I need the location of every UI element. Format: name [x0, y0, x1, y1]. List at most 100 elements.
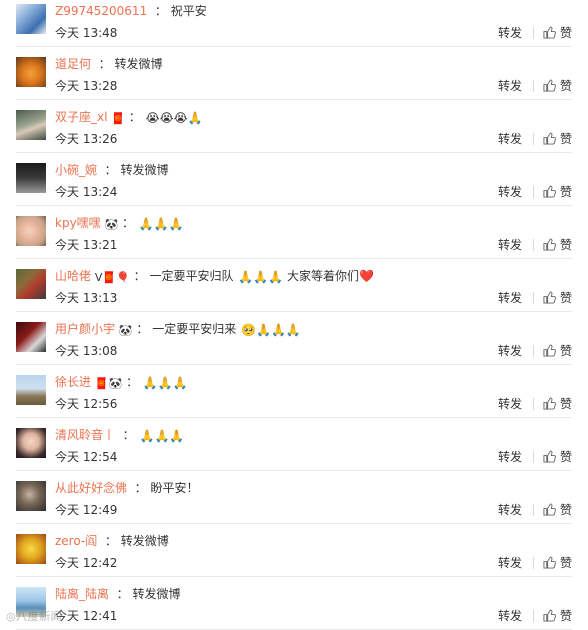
- divider: [533, 557, 534, 569]
- comment-time: 今天 13:24: [55, 185, 118, 199]
- colon-separator: ：: [104, 534, 117, 548]
- like-label: 赞: [559, 26, 572, 40]
- username-link[interactable]: 双子座_xl: [55, 110, 107, 124]
- comment-content: zero-阎 ： 转发微博: [55, 532, 174, 550]
- like-button[interactable]: 赞: [543, 237, 572, 253]
- username-link[interactable]: 山哈佬: [55, 269, 91, 283]
- avatar[interactable]: [16, 57, 46, 87]
- comment-time: 今天 12:56: [55, 397, 118, 411]
- comment-time: 今天 13:13: [55, 291, 118, 305]
- avatar[interactable]: [16, 375, 46, 405]
- like-label: 赞: [559, 397, 572, 411]
- username-link[interactable]: 从此好好念佛: [55, 481, 127, 495]
- user-badge-icons: 🧧: [111, 112, 125, 125]
- repost-button[interactable]: 转发: [498, 343, 522, 359]
- thumbs-up-icon: [543, 291, 556, 304]
- like-button[interactable]: 赞: [543, 25, 572, 41]
- comment-content: 用户颜小宇 🐼 ： 一定要平安归来 🥺🙏🙏🙏: [55, 320, 301, 340]
- emoji-group: 🙏🙏🙏: [142, 376, 188, 390]
- divider: [533, 186, 534, 198]
- username-link[interactable]: Z99745200611: [55, 4, 147, 18]
- avatar[interactable]: [16, 428, 46, 458]
- username-link[interactable]: zero-阎: [55, 534, 97, 548]
- colon-separator: ：: [122, 428, 135, 442]
- emoji-group: 🙏🙏🙏: [238, 270, 284, 284]
- avatar[interactable]: [16, 269, 46, 299]
- avatar[interactable]: [16, 163, 46, 193]
- avatar[interactable]: [16, 322, 46, 352]
- username-link[interactable]: 清风聆音丨: [55, 428, 115, 442]
- watermark: ◎八度新闻: [6, 610, 63, 623]
- username-link[interactable]: 道足何: [55, 57, 91, 71]
- like-button[interactable]: 赞: [543, 131, 572, 147]
- username-link[interactable]: 小碗_婉: [55, 163, 97, 177]
- avatar[interactable]: [16, 481, 46, 511]
- repost-button[interactable]: 转发: [498, 555, 522, 571]
- username-link[interactable]: kpy嘿嘿: [55, 216, 101, 230]
- thumbs-up-icon: [543, 503, 556, 516]
- avatar[interactable]: [16, 110, 46, 140]
- divider: [533, 292, 534, 304]
- comment-time: 今天 13:28: [55, 79, 118, 93]
- like-label: 赞: [559, 185, 572, 199]
- avatar[interactable]: [16, 216, 46, 246]
- like-label: 赞: [559, 132, 572, 146]
- like-button[interactable]: 赞: [543, 78, 572, 94]
- repost-button[interactable]: 转发: [498, 25, 522, 41]
- comment-text: 转发微博: [114, 57, 163, 71]
- username-link[interactable]: 徐长进: [55, 375, 91, 389]
- comment-content: 道足何 ： 转发微博: [55, 55, 167, 73]
- user-badge-icons: 🧧🐼: [94, 377, 123, 390]
- repost-button[interactable]: 转发: [498, 502, 522, 518]
- thumbs-up-icon: [543, 132, 556, 145]
- comment-row: 双子座_xl 🧧 ： 😭😭😭🙏 今天 13:26 转发 赞: [16, 100, 572, 153]
- repost-button[interactable]: 转发: [498, 449, 522, 465]
- like-label: 赞: [559, 291, 572, 305]
- username-link[interactable]: 陆离_陆离: [55, 587, 109, 601]
- comment-content: 山哈佬 V🧧🎈 ： 一定要平安归队 🙏🙏🙏 大家等着你们❤️: [55, 267, 374, 287]
- comment-text: 转发微博: [120, 534, 169, 548]
- thumbs-up-icon: [543, 344, 556, 357]
- comment-row: 山哈佬 V🧧🎈 ： 一定要平安归队 🙏🙏🙏 大家等着你们❤️ 今天 13:13 …: [16, 259, 572, 312]
- like-label: 赞: [559, 79, 572, 93]
- repost-button[interactable]: 转发: [498, 131, 522, 147]
- thumbs-up-icon: [543, 397, 556, 410]
- like-button[interactable]: 赞: [543, 555, 572, 571]
- like-button[interactable]: 赞: [543, 290, 572, 306]
- username-link[interactable]: 用户颜小宇: [55, 322, 115, 336]
- like-button[interactable]: 赞: [543, 343, 572, 359]
- like-button[interactable]: 赞: [543, 449, 572, 465]
- colon-separator: ：: [122, 216, 135, 230]
- divider: [533, 239, 534, 251]
- repost-button[interactable]: 转发: [498, 290, 522, 306]
- comment-row: 清风聆音丨 ： 🙏🙏🙏 今天 12:54 转发 赞: [16, 418, 572, 471]
- repost-button[interactable]: 转发: [498, 396, 522, 412]
- thumbs-up-icon: [543, 79, 556, 92]
- comment-content: 小碗_婉 ： 转发微博: [55, 161, 173, 179]
- avatar[interactable]: [16, 534, 46, 564]
- divider: [533, 451, 534, 463]
- like-button[interactable]: 赞: [543, 608, 572, 624]
- repost-button[interactable]: 转发: [498, 78, 522, 94]
- like-label: 赞: [559, 609, 572, 623]
- thumbs-up-icon: [543, 609, 556, 622]
- colon-separator: ：: [134, 481, 147, 495]
- like-label: 赞: [559, 503, 572, 517]
- comment-text: 转发微博: [132, 587, 181, 601]
- divider: [533, 345, 534, 357]
- comment-time: 今天 13:21: [55, 238, 118, 252]
- thumbs-up-icon: [543, 238, 556, 251]
- like-button[interactable]: 赞: [543, 184, 572, 200]
- like-button[interactable]: 赞: [543, 396, 572, 412]
- colon-separator: ：: [104, 163, 117, 177]
- emoji-group: 🥺🙏🙏🙏: [241, 323, 301, 337]
- colon-separator: ：: [154, 4, 167, 18]
- comment-row: 用户颜小宇 🐼 ： 一定要平安归来 🥺🙏🙏🙏 今天 13:08 转发 赞: [16, 312, 572, 365]
- repost-button[interactable]: 转发: [498, 237, 522, 253]
- repost-button[interactable]: 转发: [498, 608, 522, 624]
- like-button[interactable]: 赞: [543, 502, 572, 518]
- thumbs-up-icon: [543, 450, 556, 463]
- comment-time: 今天 12:41: [55, 609, 118, 623]
- repost-button[interactable]: 转发: [498, 184, 522, 200]
- avatar[interactable]: [16, 4, 46, 34]
